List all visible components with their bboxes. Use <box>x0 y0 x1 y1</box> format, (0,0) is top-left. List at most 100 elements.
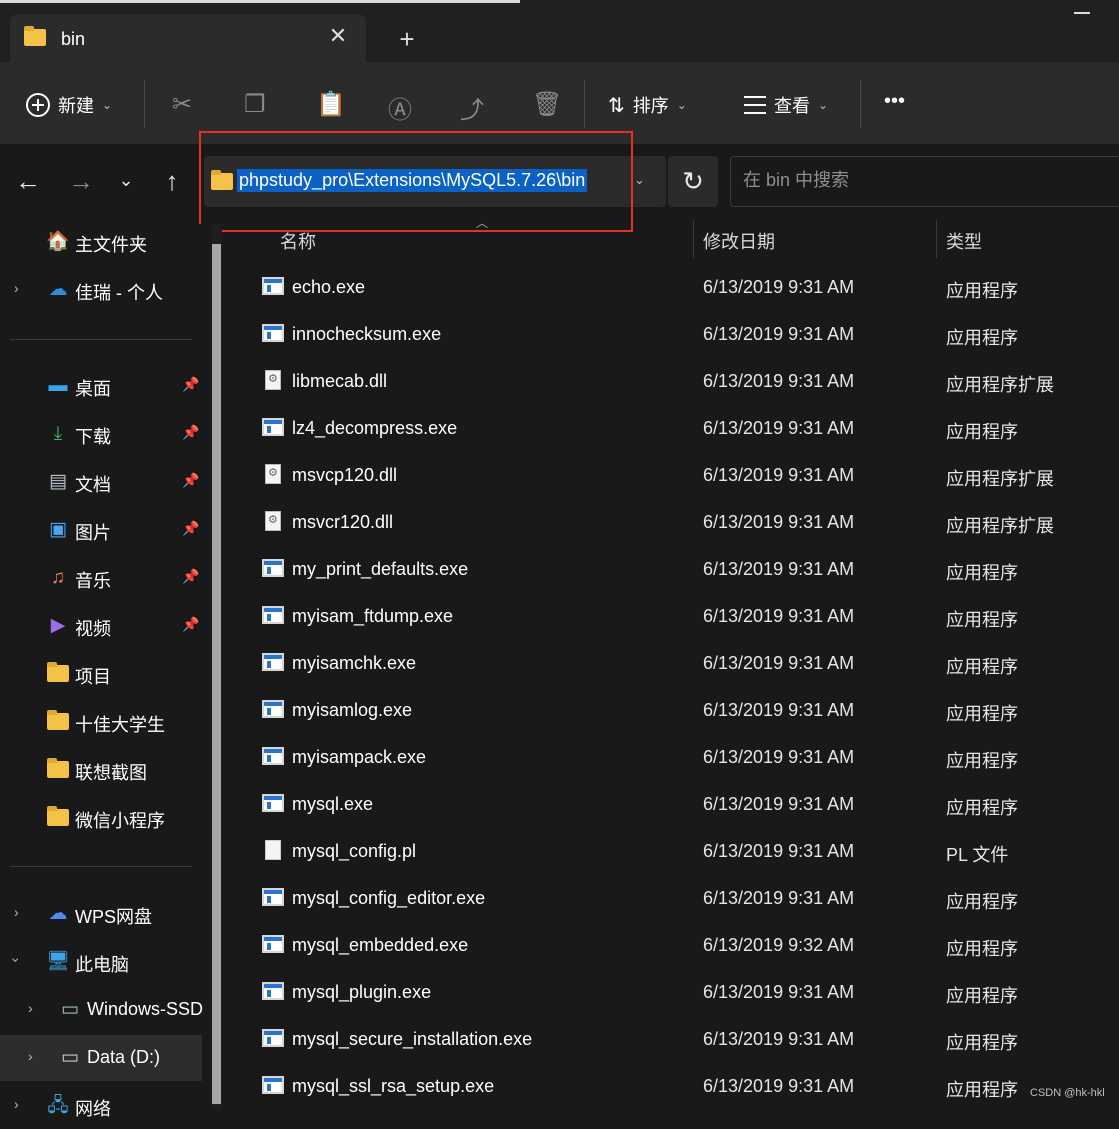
file-row[interactable]: libmecab.dll 6/13/2019 9:31 AM 应用程序扩展 <box>232 360 1119 407</box>
sidebar-item-network[interactable]: › 🖧 网络 <box>0 1083 212 1129</box>
file-row[interactable]: mysql_secure_installation.exe 6/13/2019 9… <box>232 1018 1119 1065</box>
file-modified-date: 6/13/2019 9:31 AM <box>703 747 855 767</box>
window-top-strip <box>0 0 520 3</box>
recent-locations-icon[interactable]: ⌄ <box>111 170 141 191</box>
file-row[interactable]: msvcp120.dll 6/13/2019 9:31 AM 应用程序扩展 <box>232 454 1119 501</box>
file-row[interactable]: mysql_config_editor.exe 6/13/2019 9:31 AM… <box>232 877 1119 924</box>
new-tab-button[interactable]: + <box>392 24 422 54</box>
sidebar-item-folder[interactable]: 联想截图 <box>0 747 212 793</box>
sidebar-item-wps-drive[interactable]: › ☁ WPS网盘 <box>0 891 212 937</box>
file-row[interactable]: myisampack.exe 6/13/2019 9:31 AM 应用程序 <box>232 736 1119 783</box>
watermark: CSDN @hk-hkl <box>1030 1087 1105 1099</box>
sidebar-item-folder[interactable]: 十佳大学生 <box>0 699 212 745</box>
more-options-icon[interactable]: ••• <box>884 90 905 113</box>
search-box[interactable] <box>730 156 1119 207</box>
cut-icon[interactable]: ✂ <box>172 90 192 119</box>
file-modified-date: 6/13/2019 9:31 AM <box>703 512 855 532</box>
search-input[interactable] <box>741 169 1105 192</box>
pin-icon[interactable]: 📌 <box>182 376 199 393</box>
file-row[interactable]: innochecksum.exe 6/13/2019 9:31 AM 应用程序 <box>232 313 1119 360</box>
sidebar-item-downloads[interactable]: ⤓ 下载 📌 <box>0 411 212 457</box>
application-icon <box>262 653 284 671</box>
chevron-right-icon[interactable]: › <box>14 1096 19 1112</box>
computer-icon: 🖥 <box>46 951 71 972</box>
chevron-right-icon[interactable]: › <box>14 280 19 296</box>
file-row[interactable]: mysql_embedded.exe 6/13/2019 9:32 AM 应用程序 <box>232 924 1119 971</box>
file-name: echo.exe <box>292 277 366 297</box>
sidebar-item-label: WPS网盘 <box>75 907 153 927</box>
pin-icon[interactable]: 📌 <box>182 472 199 489</box>
share-icon[interactable]: ⤴ <box>460 90 484 125</box>
forward-arrow-icon[interactable]: → <box>66 166 96 197</box>
file-name: msvcp120.dll <box>292 465 398 485</box>
sidebar-item-home[interactable]: 🏠 主文件夹 <box>0 219 212 265</box>
file-name: my_print_defaults.exe <box>292 559 469 579</box>
tab-title: bin <box>61 29 86 49</box>
file-row[interactable]: mysql_config.pl 6/13/2019 9:31 AM PL 文件 <box>232 830 1119 877</box>
column-header-type[interactable]: 类型 <box>946 228 982 254</box>
chevron-right-icon[interactable]: › <box>28 1000 33 1016</box>
sidebar-item-folder[interactable]: 项目 <box>0 651 212 697</box>
file-row[interactable]: echo.exe 6/13/2019 9:31 AM 应用程序 <box>232 266 1119 313</box>
sidebar-item-onedrive[interactable]: › ☁ 佳瑞 - 个人 <box>0 267 212 313</box>
pin-icon[interactable]: 📌 <box>182 616 199 633</box>
sort-button[interactable]: ⇅ 排序 ⌄ <box>608 92 687 118</box>
file-name: myisamlog.exe <box>292 700 413 720</box>
sort-icon: ⇅ <box>608 94 625 117</box>
document-icon: ▤ <box>49 471 67 492</box>
file-row[interactable]: myisamchk.exe 6/13/2019 9:31 AM 应用程序 <box>232 642 1119 689</box>
file-name: mysql.exe <box>292 794 374 814</box>
dll-file-icon <box>265 511 281 531</box>
pin-icon[interactable]: 📌 <box>182 520 199 537</box>
pin-icon[interactable]: 📌 <box>182 568 199 585</box>
file-type: 应用程序 <box>946 751 1018 771</box>
new-button[interactable]: 新建 ⌄ <box>26 92 112 118</box>
chevron-right-icon[interactable]: › <box>14 904 19 920</box>
file-type: 应用程序 <box>946 281 1018 301</box>
file-row[interactable]: myisam_ftdump.exe 6/13/2019 9:31 AM 应用程序 <box>232 595 1119 642</box>
sidebar-item-pictures[interactable]: ▣ 图片 📌 <box>0 507 212 553</box>
sort-ascending-icon: ︿ <box>476 216 489 230</box>
file-name: lz4_decompress.exe <box>292 418 458 438</box>
back-arrow-icon[interactable]: ← <box>13 166 43 197</box>
file-row[interactable]: my_print_defaults.exe 6/13/2019 9:31 AM 应用… <box>232 548 1119 595</box>
file-row[interactable]: msvcr120.dll 6/13/2019 9:31 AM 应用程序扩展 <box>232 501 1119 548</box>
minimize-button[interactable] <box>1074 12 1090 14</box>
sidebar-item-desktop[interactable]: ▬ 桌面 📌 <box>0 363 212 409</box>
application-icon <box>262 1076 284 1094</box>
paste-icon[interactable]: 📋 <box>316 90 346 119</box>
chevron-down-icon: ⌄ <box>676 98 687 112</box>
sidebar-scrollbar-thumb[interactable] <box>212 244 221 1104</box>
file-row[interactable]: mysql_plugin.exe 6/13/2019 9:31 AM 应用程序 <box>232 971 1119 1018</box>
tab-bin[interactable]: bin ✕ <box>10 14 366 62</box>
chevron-right-icon[interactable]: › <box>28 1048 33 1064</box>
close-tab-icon[interactable]: ✕ <box>326 24 350 48</box>
file-row[interactable]: lz4_decompress.exe 6/13/2019 9:31 AM 应用程序 <box>232 407 1119 454</box>
delete-icon[interactable]: 🗑 <box>532 90 562 119</box>
copy-icon[interactable]: ❐ <box>244 90 266 119</box>
view-button[interactable]: 查看 ⌄ <box>744 92 828 118</box>
sidebar-item-music[interactable]: ♫ 音乐 📌 <box>0 555 212 601</box>
up-arrow-icon[interactable]: ↑ <box>157 166 187 197</box>
column-header-name[interactable]: 名称 <box>280 228 316 254</box>
sidebar-item-videos[interactable]: ▶ 视频 📌 <box>0 603 212 649</box>
refresh-button[interactable]: ↻ <box>668 156 718 207</box>
sidebar-item-drive-d[interactable]: › ▭ Data (D:) <box>0 1035 202 1081</box>
sidebar-item-drive-c[interactable]: › ▭ Windows-SSD <box>0 987 212 1033</box>
file-name: mysql_embedded.exe <box>292 935 469 955</box>
application-icon <box>262 418 284 436</box>
pin-icon[interactable]: 📌 <box>182 424 199 441</box>
file-row[interactable]: myisamlog.exe 6/13/2019 9:31 AM 应用程序 <box>232 689 1119 736</box>
sidebar-item-this-pc[interactable]: › 🖥 此电脑 <box>0 939 212 985</box>
file-row[interactable]: mysql_ssl_rsa_setup.exe 6/13/2019 9:31 AM… <box>232 1065 1119 1112</box>
sidebar-item-label: 项目 <box>75 667 111 687</box>
column-divider[interactable] <box>936 220 937 258</box>
sidebar-item-folder[interactable]: 微信小程序 <box>0 795 212 841</box>
file-row[interactable]: mysql.exe 6/13/2019 9:31 AM 应用程序 <box>232 783 1119 830</box>
column-divider[interactable] <box>693 220 694 258</box>
column-header-modified[interactable]: 修改日期 <box>703 228 775 254</box>
sidebar-item-documents[interactable]: ▤ 文档 📌 <box>0 459 212 505</box>
chevron-down-icon[interactable]: › <box>8 958 24 963</box>
rename-icon[interactable]: Ⓐ <box>388 90 412 125</box>
chevron-down-icon[interactable]: ⌄ <box>634 172 645 188</box>
